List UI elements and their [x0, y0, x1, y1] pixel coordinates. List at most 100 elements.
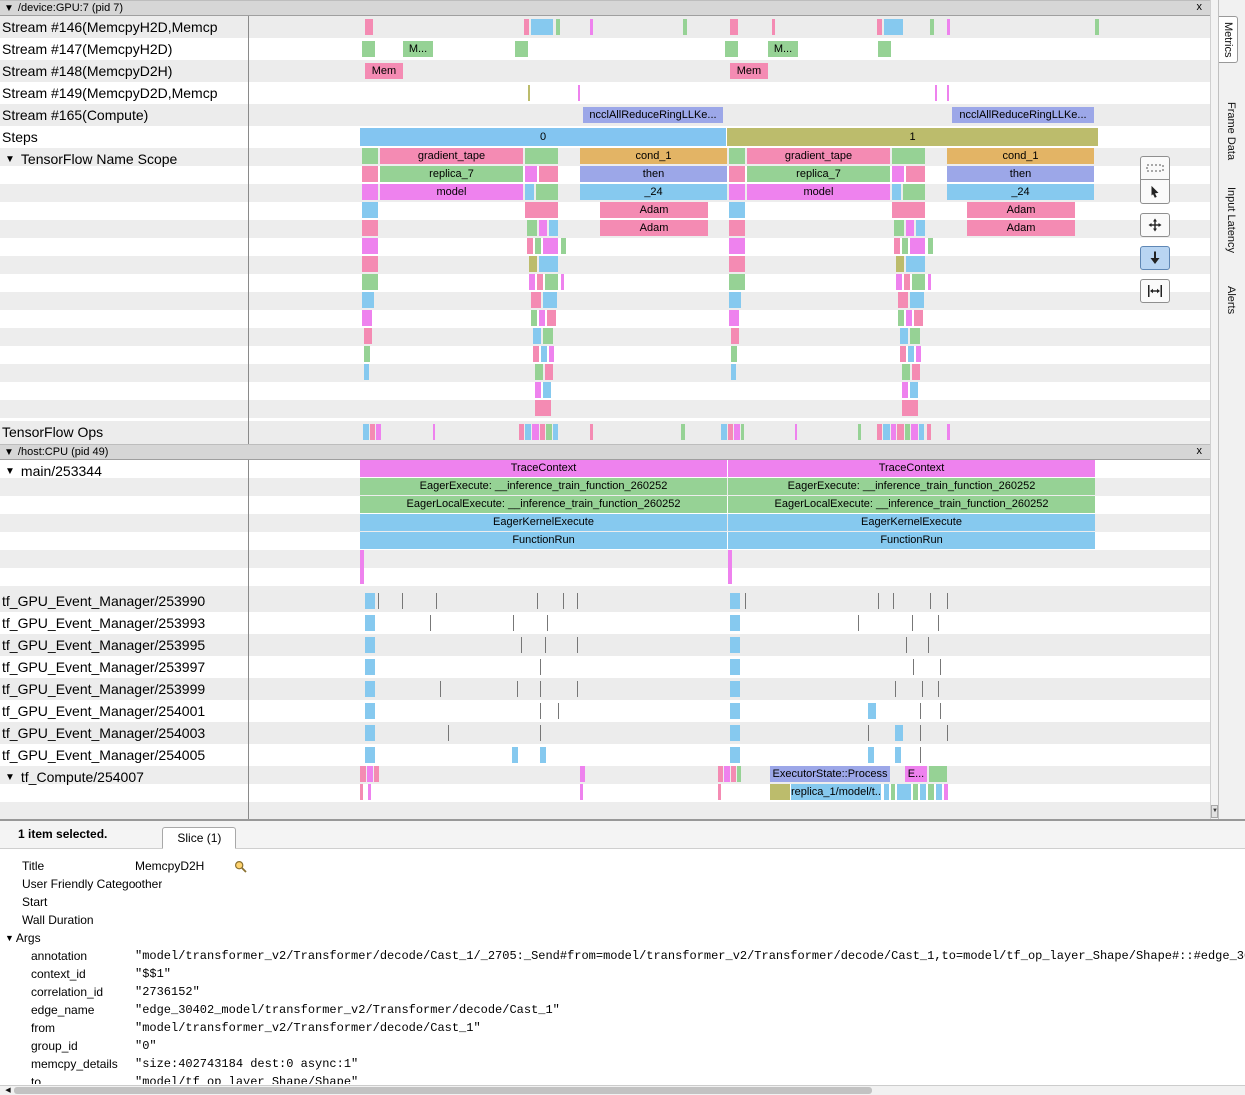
- trace-slice[interactable]: [896, 274, 902, 290]
- trace-slice[interactable]: [529, 274, 535, 290]
- trace-slice[interactable]: [868, 703, 876, 719]
- trace-slice[interactable]: [543, 292, 557, 308]
- trace-slice[interactable]: [730, 637, 740, 653]
- trace-slice[interactable]: [927, 424, 931, 440]
- trace-slice[interactable]: [362, 310, 372, 326]
- trace-slice[interactable]: [561, 274, 564, 290]
- trace-slice[interactable]: [362, 148, 378, 164]
- trace-slice[interactable]: [729, 256, 745, 272]
- trace-slice[interactable]: [541, 346, 547, 362]
- trace-slice[interactable]: [772, 19, 775, 35]
- trace-slice[interactable]: [940, 703, 941, 719]
- trace-slice[interactable]: [546, 424, 552, 440]
- trace-slice[interactable]: [897, 424, 904, 440]
- trace-slice[interactable]: [938, 681, 939, 697]
- trace-slice[interactable]: [729, 202, 745, 218]
- trace-slice[interactable]: [868, 747, 874, 763]
- trace-slice[interactable]: then: [947, 166, 1094, 182]
- trace-slice[interactable]: [378, 593, 379, 609]
- trace-slice[interactable]: [896, 256, 904, 272]
- pan-tool-button[interactable]: [1140, 213, 1170, 237]
- trace-slice[interactable]: [539, 310, 545, 326]
- trace-slice[interactable]: Adam: [600, 202, 708, 218]
- trace-slice[interactable]: [895, 681, 896, 697]
- trace-slice[interactable]: [729, 238, 745, 254]
- timing-tool-button[interactable]: [1140, 279, 1170, 303]
- trace-slice[interactable]: [513, 615, 514, 631]
- trace-slice[interactable]: [725, 41, 738, 57]
- trace-slice[interactable]: [553, 424, 558, 440]
- trace-slice[interactable]: [681, 424, 685, 440]
- trace-slice[interactable]: [539, 220, 547, 236]
- trace-slice[interactable]: [521, 637, 522, 653]
- trace-slice[interactable]: [448, 725, 449, 741]
- trace-slice[interactable]: [928, 784, 934, 800]
- trace-slice[interactable]: [884, 784, 889, 800]
- trace-slice[interactable]: [947, 593, 948, 609]
- trace-slice[interactable]: [795, 424, 797, 440]
- trace-slice[interactable]: [535, 382, 541, 398]
- trace-slice[interactable]: [905, 424, 910, 440]
- trace-slice[interactable]: [362, 202, 378, 218]
- trace-slice[interactable]: [904, 274, 910, 290]
- trace-slice[interactable]: [916, 220, 925, 236]
- side-tab-metrics[interactable]: Metrics: [1219, 16, 1238, 63]
- trace-slice[interactable]: [947, 725, 948, 741]
- trace-slice[interactable]: [364, 328, 372, 344]
- trace-slice[interactable]: [913, 784, 918, 800]
- horizontal-scrollbar[interactable]: ◀: [0, 1085, 1245, 1095]
- trace-slice[interactable]: [895, 747, 901, 763]
- trace-slice[interactable]: [525, 202, 558, 218]
- track-label-main-253344[interactable]: ▼main/253344: [0, 460, 248, 482]
- trace-slice[interactable]: [912, 364, 920, 380]
- trace-slice[interactable]: replica_7: [380, 166, 523, 182]
- trace-slice[interactable]: M...: [403, 41, 433, 57]
- trace-slice[interactable]: gradient_tape: [747, 148, 890, 164]
- trace-slice[interactable]: [525, 166, 537, 182]
- trace-slice[interactable]: [533, 328, 541, 344]
- trace-slice[interactable]: [558, 703, 559, 719]
- trace-slice[interactable]: [930, 19, 934, 35]
- trace-slice[interactable]: [364, 346, 370, 362]
- trace-slice[interactable]: [741, 424, 744, 440]
- trace-slice[interactable]: [730, 681, 740, 697]
- trace-slice[interactable]: [540, 747, 546, 763]
- trace-slice[interactable]: [877, 424, 882, 440]
- trace-slice[interactable]: [745, 593, 746, 609]
- trace-slice[interactable]: ncclAllReduceRingLLKe...: [952, 107, 1094, 123]
- trace-slice[interactable]: [436, 593, 437, 609]
- trace-slice[interactable]: [906, 256, 925, 272]
- trace-slice[interactable]: [944, 784, 948, 800]
- trace-slice[interactable]: 0: [360, 128, 726, 146]
- trace-slice[interactable]: [362, 41, 375, 57]
- trace-slice[interactable]: [528, 85, 530, 101]
- trace-slice[interactable]: EagerKernelExecute: [360, 514, 727, 531]
- trace-slice[interactable]: [891, 784, 895, 800]
- trace-slice[interactable]: [728, 424, 733, 440]
- trace-slice[interactable]: [947, 424, 950, 440]
- collapse-arrow-icon[interactable]: ▼: [5, 772, 15, 783]
- trace-slice[interactable]: [894, 220, 904, 236]
- trace-slice[interactable]: then: [580, 166, 727, 182]
- side-tab-frame-data[interactable]: Frame Data: [1222, 97, 1240, 165]
- trace-slice[interactable]: [729, 148, 745, 164]
- trace-slice[interactable]: [577, 681, 578, 697]
- trace-slice[interactable]: Adam: [600, 220, 708, 236]
- trace-slice[interactable]: _24: [947, 184, 1094, 200]
- trace-slice[interactable]: [365, 19, 373, 35]
- trace-slice[interactable]: TraceContext: [728, 460, 1095, 477]
- trace-slice[interactable]: [374, 766, 379, 782]
- trace-slice[interactable]: E...: [905, 766, 927, 782]
- trace-slice[interactable]: [360, 784, 363, 800]
- trace-slice[interactable]: cond_1: [947, 148, 1094, 164]
- trace-slice[interactable]: [729, 274, 745, 290]
- trace-slice[interactable]: [910, 238, 925, 254]
- trace-slice[interactable]: [731, 346, 737, 362]
- trace-slice[interactable]: [529, 256, 537, 272]
- trace-slice[interactable]: [910, 292, 924, 308]
- trace-slice[interactable]: cond_1: [580, 148, 727, 164]
- args-header[interactable]: ▼Args: [0, 929, 1245, 947]
- trace-slice[interactable]: [947, 19, 950, 35]
- trace-slice[interactable]: [365, 637, 375, 653]
- trace-slice[interactable]: gradient_tape: [380, 148, 523, 164]
